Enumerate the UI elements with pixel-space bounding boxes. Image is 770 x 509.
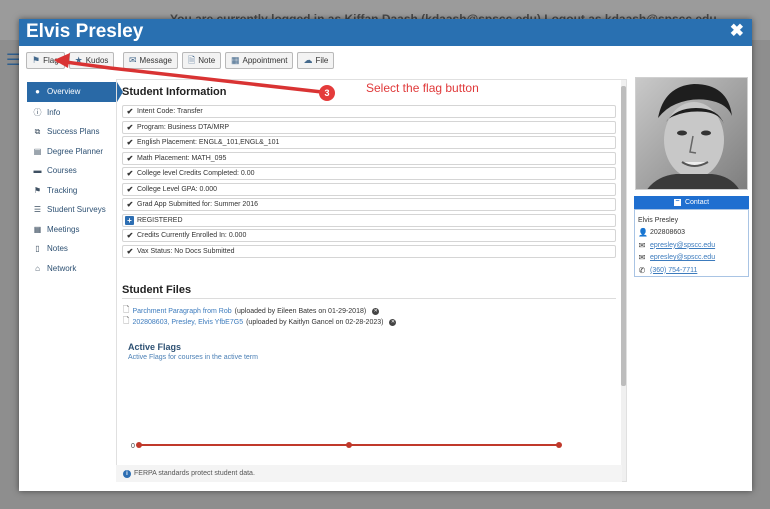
- annotation-text: Select the flag button: [366, 81, 479, 95]
- annotation-arrow: [54, 53, 324, 94]
- step-number-badge: 3: [319, 85, 335, 101]
